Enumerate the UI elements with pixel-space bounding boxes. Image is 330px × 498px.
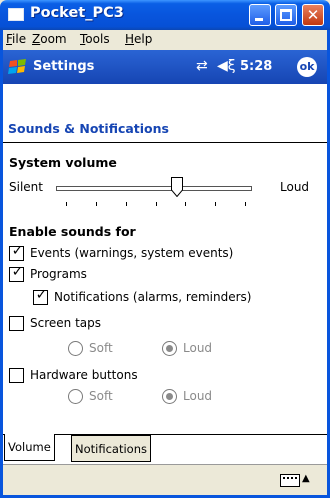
hardware-buttons-loud-label: Loud [183,389,213,403]
tab-notifications[interactable]: Notifications [71,435,151,462]
screen-taps-loud-radio[interactable] [162,341,177,356]
sip-menu-arrow-icon[interactable]: ▲ [302,473,310,484]
volume-tick [245,202,246,206]
menu-file[interactable]: File [6,32,26,46]
volume-tick [125,202,127,206]
volume-tick [66,202,67,206]
checkmark-icon: ✓ [35,287,48,303]
notifications-label: Notifications (alarms, reminders) [54,290,252,304]
hardware-buttons-soft-radio[interactable] [68,389,83,404]
speaker-icon[interactable]: ◀ξ [217,58,236,74]
page-title: Sounds & Notifications [8,121,169,136]
screen-taps-soft-label: Soft [89,341,113,355]
menu-bar: File Zoom Tools Help [0,30,330,50]
radio-selected-dot [166,345,173,352]
tab-strip: Volume Notifications [3,434,327,464]
ok-button[interactable]: ok [297,57,317,77]
bottom-menu-bar: ▲ [3,464,327,498]
menu-help[interactable]: Help [125,32,152,46]
minimize-button[interactable] [249,4,271,26]
checkmark-icon: ✓ [11,264,24,280]
volume-slider-track[interactable] [56,186,252,191]
nav-title: Settings [33,59,95,74]
screen-taps-label: Screen taps [30,316,101,330]
notifications-checkbox[interactable]: ✓ [33,287,48,305]
windows-start-icon[interactable] [7,58,29,76]
checkmark-icon: ✓ [11,243,24,259]
menu-zoom[interactable]: Zoom [32,32,67,46]
screen-taps-soft-radio[interactable] [68,341,83,356]
volume-slider-thumb[interactable] [171,177,183,197]
enable-sounds-heading: Enable sounds for [9,224,136,239]
volume-max-label: Loud [280,180,310,194]
events-checkbox[interactable]: ✓ [9,243,24,261]
clock[interactable]: 5:28 [240,59,272,74]
menu-tools[interactable]: Tools [80,32,110,46]
screen-taps-checkbox[interactable] [9,316,24,331]
hardware-buttons-loud-radio[interactable] [162,389,177,404]
programs-checkbox[interactable]: ✓ [9,264,24,282]
window-title-bar[interactable]: Pocket_PC3 ✕ [0,0,330,30]
nav-bar: Settings ⇄ ◀ξ 5:28 ok [3,50,327,84]
volume-tick [185,202,187,206]
window-title: Pocket_PC3 [30,5,124,21]
screen-taps-loud-label: Loud [183,341,213,355]
volume-tick [215,202,217,206]
system-volume-heading: System volume [9,155,117,170]
tab-volume[interactable]: Volume [4,434,55,461]
maximize-button[interactable] [275,4,297,26]
minimize-icon [255,18,263,21]
hardware-buttons-checkbox[interactable] [9,368,24,383]
title-separator [3,142,327,143]
radio-selected-dot [166,393,173,400]
volume-tick [95,202,97,206]
volume-tick [155,202,157,206]
programs-label: Programs [30,267,87,281]
window-app-icon [8,8,24,21]
connectivity-icon[interactable]: ⇄ [196,58,208,74]
hardware-buttons-label: Hardware buttons [30,368,138,382]
volume-min-label: Silent [9,180,43,194]
events-label: Events (warnings, system events) [30,246,234,260]
maximize-icon [280,9,292,21]
hardware-buttons-soft-label: Soft [89,389,113,403]
keyboard-icon[interactable] [280,474,300,487]
close-icon: ✕ [306,6,320,24]
close-button[interactable]: ✕ [302,4,324,26]
